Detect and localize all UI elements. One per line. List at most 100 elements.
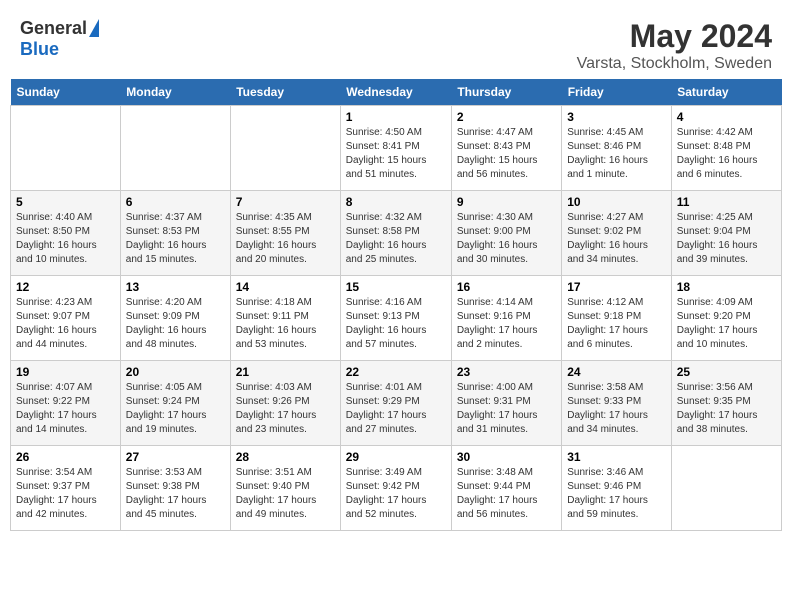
- calendar-table: SundayMondayTuesdayWednesdayThursdayFrid…: [10, 79, 782, 531]
- day-info: Sunrise: 3:58 AM Sunset: 9:33 PM Dayligh…: [567, 381, 666, 437]
- day-info: Sunrise: 4:23 AM Sunset: 9:07 PM Dayligh…: [16, 296, 115, 352]
- day-info: Sunrise: 4:45 AM Sunset: 8:46 PM Dayligh…: [567, 126, 666, 182]
- day-info: Sunrise: 4:12 AM Sunset: 9:18 PM Dayligh…: [567, 296, 666, 352]
- calendar-cell: [230, 106, 340, 191]
- calendar-cell: 30 Sunrise: 3:48 AM Sunset: 9:44 PM Dayli…: [451, 446, 561, 531]
- page-header: General Blue May 2024 Varsta, Stockholm,…: [10, 10, 782, 79]
- weekday-header-saturday: Saturday: [671, 79, 781, 106]
- calendar-cell: [120, 106, 230, 191]
- weekday-header-row: SundayMondayTuesdayWednesdayThursdayFrid…: [11, 79, 782, 106]
- day-number: 22: [346, 365, 446, 379]
- day-info: Sunrise: 4:35 AM Sunset: 8:55 PM Dayligh…: [236, 211, 335, 267]
- week-row-2: 5 Sunrise: 4:40 AM Sunset: 8:50 PM Daylig…: [11, 191, 782, 276]
- day-info: Sunrise: 4:07 AM Sunset: 9:22 PM Dayligh…: [16, 381, 115, 437]
- calendar-cell: 7 Sunrise: 4:35 AM Sunset: 8:55 PM Daylig…: [230, 191, 340, 276]
- calendar-cell: 29 Sunrise: 3:49 AM Sunset: 9:42 PM Dayli…: [340, 446, 451, 531]
- weekday-header-tuesday: Tuesday: [230, 79, 340, 106]
- day-number: 23: [457, 365, 556, 379]
- day-number: 4: [677, 110, 776, 124]
- day-number: 24: [567, 365, 666, 379]
- day-number: 9: [457, 195, 556, 209]
- week-row-1: 1 Sunrise: 4:50 AM Sunset: 8:41 PM Daylig…: [11, 106, 782, 191]
- day-number: 3: [567, 110, 666, 124]
- title-area: May 2024 Varsta, Stockholm, Sweden: [577, 18, 772, 73]
- day-info: Sunrise: 4:50 AM Sunset: 8:41 PM Dayligh…: [346, 126, 446, 182]
- day-info: Sunrise: 4:40 AM Sunset: 8:50 PM Dayligh…: [16, 211, 115, 267]
- calendar-cell: [11, 106, 121, 191]
- day-number: 6: [126, 195, 225, 209]
- calendar-cell: 18 Sunrise: 4:09 AM Sunset: 9:20 PM Dayli…: [671, 276, 781, 361]
- day-number: 15: [346, 280, 446, 294]
- calendar-cell: 17Sunrise: 4:12 AM Sunset: 9:18 PM Dayli…: [562, 276, 672, 361]
- day-info: Sunrise: 4:32 AM Sunset: 8:58 PM Dayligh…: [346, 211, 446, 267]
- day-number: 5: [16, 195, 115, 209]
- calendar-cell: 3 Sunrise: 4:45 AM Sunset: 8:46 PM Daylig…: [562, 106, 672, 191]
- calendar-cell: 26 Sunrise: 3:54 AM Sunset: 9:37 PM Dayli…: [11, 446, 121, 531]
- day-info: Sunrise: 3:51 AM Sunset: 9:40 PM Dayligh…: [236, 466, 335, 522]
- day-number: 20: [126, 365, 225, 379]
- day-number: 14: [236, 280, 335, 294]
- weekday-header-monday: Monday: [120, 79, 230, 106]
- day-number: 18: [677, 280, 776, 294]
- calendar-cell: 31Sunrise: 3:46 AM Sunset: 9:46 PM Dayli…: [562, 446, 672, 531]
- calendar-cell: 22 Sunrise: 4:01 AM Sunset: 9:29 PM Dayli…: [340, 361, 451, 446]
- calendar-cell: 28 Sunrise: 3:51 AM Sunset: 9:40 PM Dayli…: [230, 446, 340, 531]
- week-row-3: 12 Sunrise: 4:23 AM Sunset: 9:07 PM Dayli…: [11, 276, 782, 361]
- day-info: Sunrise: 3:48 AM Sunset: 9:44 PM Dayligh…: [457, 466, 556, 522]
- logo-triangle-icon: [89, 19, 99, 37]
- day-number: 29: [346, 450, 446, 464]
- calendar-cell: 9 Sunrise: 4:30 AM Sunset: 9:00 PM Daylig…: [451, 191, 561, 276]
- day-number: 7: [236, 195, 335, 209]
- day-info: Sunrise: 3:54 AM Sunset: 9:37 PM Dayligh…: [16, 466, 115, 522]
- day-info: Sunrise: 4:27 AM Sunset: 9:02 PM Dayligh…: [567, 211, 666, 267]
- day-info: Sunrise: 3:53 AM Sunset: 9:38 PM Dayligh…: [126, 466, 225, 522]
- day-info: Sunrise: 4:42 AM Sunset: 8:48 PM Dayligh…: [677, 126, 776, 182]
- calendar-cell: 19 Sunrise: 4:07 AM Sunset: 9:22 PM Dayli…: [11, 361, 121, 446]
- calendar-cell: 27 Sunrise: 3:53 AM Sunset: 9:38 PM Dayli…: [120, 446, 230, 531]
- calendar-cell: 25 Sunrise: 3:56 AM Sunset: 9:35 PM Dayli…: [671, 361, 781, 446]
- day-number: 8: [346, 195, 446, 209]
- day-info: Sunrise: 4:03 AM Sunset: 9:26 PM Dayligh…: [236, 381, 335, 437]
- day-number: 2: [457, 110, 556, 124]
- day-info: Sunrise: 3:49 AM Sunset: 9:42 PM Dayligh…: [346, 466, 446, 522]
- calendar-cell: 20 Sunrise: 4:05 AM Sunset: 9:24 PM Dayli…: [120, 361, 230, 446]
- calendar-cell: 11 Sunrise: 4:25 AM Sunset: 9:04 PM Dayli…: [671, 191, 781, 276]
- day-info: Sunrise: 4:30 AM Sunset: 9:00 PM Dayligh…: [457, 211, 556, 267]
- calendar-cell: 1 Sunrise: 4:50 AM Sunset: 8:41 PM Daylig…: [340, 106, 451, 191]
- day-info: Sunrise: 4:37 AM Sunset: 8:53 PM Dayligh…: [126, 211, 225, 267]
- day-number: 12: [16, 280, 115, 294]
- day-info: Sunrise: 4:14 AM Sunset: 9:16 PM Dayligh…: [457, 296, 556, 352]
- day-info: Sunrise: 4:09 AM Sunset: 9:20 PM Dayligh…: [677, 296, 776, 352]
- calendar-cell: 4 Sunrise: 4:42 AM Sunset: 8:48 PM Daylig…: [671, 106, 781, 191]
- calendar-cell: 6 Sunrise: 4:37 AM Sunset: 8:53 PM Daylig…: [120, 191, 230, 276]
- day-info: Sunrise: 4:01 AM Sunset: 9:29 PM Dayligh…: [346, 381, 446, 437]
- logo-blue-text: Blue: [20, 39, 59, 60]
- day-info: Sunrise: 4:05 AM Sunset: 9:24 PM Dayligh…: [126, 381, 225, 437]
- day-number: 25: [677, 365, 776, 379]
- logo: General Blue: [20, 18, 99, 60]
- day-number: 26: [16, 450, 115, 464]
- calendar-cell: 8 Sunrise: 4:32 AM Sunset: 8:58 PM Daylig…: [340, 191, 451, 276]
- weekday-header-sunday: Sunday: [11, 79, 121, 106]
- day-number: 28: [236, 450, 335, 464]
- day-number: 19: [16, 365, 115, 379]
- calendar-cell: 5 Sunrise: 4:40 AM Sunset: 8:50 PM Daylig…: [11, 191, 121, 276]
- calendar-cell: 10 Sunrise: 4:27 AM Sunset: 9:02 PM Dayli…: [562, 191, 672, 276]
- calendar-cell: [671, 446, 781, 531]
- day-number: 27: [126, 450, 225, 464]
- day-info: Sunrise: 4:18 AM Sunset: 9:11 PM Dayligh…: [236, 296, 335, 352]
- day-number: 11: [677, 195, 776, 209]
- weekday-header-thursday: Thursday: [451, 79, 561, 106]
- day-info: Sunrise: 3:56 AM Sunset: 9:35 PM Dayligh…: [677, 381, 776, 437]
- location-title: Varsta, Stockholm, Sweden: [577, 55, 772, 73]
- calendar-cell: 24 Sunrise: 3:58 AM Sunset: 9:33 PM Dayli…: [562, 361, 672, 446]
- day-info: Sunrise: 4:00 AM Sunset: 9:31 PM Dayligh…: [457, 381, 556, 437]
- day-info: Sunrise: 4:47 AM Sunset: 8:43 PM Dayligh…: [457, 126, 556, 182]
- day-number: 10: [567, 195, 666, 209]
- month-title: May 2024: [577, 18, 772, 55]
- calendar-cell: 21Sunrise: 4:03 AM Sunset: 9:26 PM Dayli…: [230, 361, 340, 446]
- day-number: 30: [457, 450, 556, 464]
- day-number: 1: [346, 110, 446, 124]
- day-info: Sunrise: 4:25 AM Sunset: 9:04 PM Dayligh…: [677, 211, 776, 267]
- weekday-header-friday: Friday: [562, 79, 672, 106]
